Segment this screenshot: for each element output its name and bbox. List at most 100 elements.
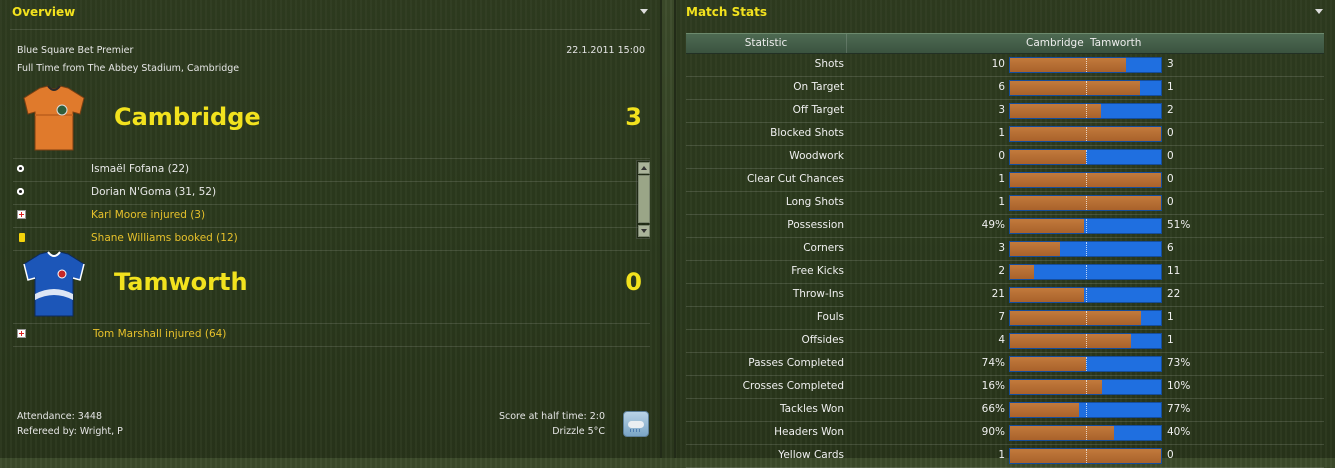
stat-comparison-bar <box>1009 402 1162 418</box>
stat-label: Passes Completed <box>748 357 844 369</box>
stat-label: Headers Won <box>774 426 844 438</box>
overview-menu-dropdown-icon[interactable] <box>640 9 648 14</box>
home-bar-fill <box>1010 104 1101 118</box>
stat-comparison-bar <box>1009 310 1162 326</box>
stat-row: Clear Cut Chances 1 0 <box>686 169 1324 192</box>
overview-panel: Overview Blue Square Bet Premier 22.1.20… <box>0 0 662 458</box>
event-text: Ismaël Fofana (22) <box>91 163 190 175</box>
bar-midline <box>1086 242 1087 256</box>
stat-row: Free Kicks 2 11 <box>686 261 1324 284</box>
away-team-name[interactable]: Tamworth <box>114 268 248 296</box>
bar-midline <box>1086 426 1087 440</box>
bar-midline <box>1086 380 1087 394</box>
home-bar-fill <box>1010 242 1060 256</box>
stat-home-value: 1 <box>998 196 1005 208</box>
scroll-thumb[interactable] <box>638 175 650 223</box>
stat-comparison-bar <box>1009 172 1162 188</box>
stat-row: Throw-Ins 21 22 <box>686 284 1324 307</box>
stat-away-value: 22 <box>1167 288 1181 300</box>
stat-away-value: 51% <box>1167 219 1191 231</box>
stat-home-value: 10 <box>991 58 1005 70</box>
bar-midline <box>1086 173 1087 187</box>
home-score: 3 <box>625 103 642 131</box>
stat-away-value: 11 <box>1167 265 1181 277</box>
injury-icon <box>17 329 26 338</box>
event-row[interactable]: Ismaël Fofana (22) <box>13 159 650 182</box>
match-stats-panel: Match Stats Statistic Cambridge Tamworth… <box>674 0 1335 468</box>
match-stats-menu-dropdown-icon[interactable] <box>1315 9 1323 14</box>
weather-text: Drizzle 5°C <box>552 426 605 437</box>
stat-label: Fouls <box>816 311 844 323</box>
overview-title: Overview <box>12 5 76 19</box>
stat-label: Blocked Shots <box>770 127 844 139</box>
stat-home-value: 21 <box>991 288 1005 300</box>
stat-away-value: 2 <box>1167 104 1174 116</box>
home-bar-fill <box>1010 265 1035 279</box>
bar-midline <box>1086 449 1087 463</box>
stat-row: Offsides 4 1 <box>686 330 1324 353</box>
stat-comparison-bar <box>1009 379 1162 395</box>
venue-line: Full Time from The Abbey Stadium, Cambri… <box>17 63 240 74</box>
stat-home-value: 49% <box>981 219 1005 231</box>
stat-label: Long Shots <box>785 196 844 208</box>
stat-away-value: 1 <box>1167 81 1174 93</box>
bar-midline <box>1086 311 1087 325</box>
stat-away-value: 0 <box>1167 196 1174 208</box>
stat-away-value: 73% <box>1167 357 1191 369</box>
stat-away-value: 1 <box>1167 311 1174 323</box>
bar-midline <box>1086 265 1087 279</box>
stat-away-value: 3 <box>1167 58 1174 70</box>
stat-comparison-bar <box>1009 356 1162 372</box>
column-header-away[interactable]: Tamworth <box>1090 37 1141 49</box>
home-bar-fill <box>1010 380 1103 394</box>
stat-home-value: 66% <box>981 403 1005 415</box>
stat-comparison-bar <box>1009 448 1162 464</box>
stat-label: Possession <box>787 219 844 231</box>
home-bar-fill <box>1010 311 1142 325</box>
referee[interactable]: Refereed by: Wright, P <box>17 426 123 437</box>
home-team-name[interactable]: Cambridge <box>114 103 261 131</box>
stat-row: Headers Won 90% 40% <box>686 422 1324 445</box>
stat-away-value: 0 <box>1167 150 1174 162</box>
stat-home-value: 3 <box>998 242 1005 254</box>
home-bar-fill <box>1010 150 1086 164</box>
stat-home-value: 3 <box>998 104 1005 116</box>
stat-row: Yellow Cards 1 0 <box>686 445 1324 468</box>
scroll-up-icon[interactable] <box>638 162 650 174</box>
home-events-list: Ismaël Fofana (22) Dorian N'Goma (31, 52… <box>13 158 650 251</box>
stat-label: Crosses Completed <box>742 380 844 392</box>
stat-label: Free Kicks <box>791 265 844 277</box>
stat-row: Tackles Won 66% 77% <box>686 399 1324 422</box>
events-scrollbar[interactable] <box>636 160 650 239</box>
stat-comparison-bar <box>1009 195 1162 211</box>
stat-comparison-bar <box>1009 264 1162 280</box>
column-header-statistic[interactable]: Statistic <box>686 37 846 49</box>
stat-away-value: 0 <box>1167 173 1174 185</box>
stat-label: On Target <box>793 81 844 93</box>
stat-home-value: 1 <box>998 449 1005 461</box>
bar-midline <box>1086 196 1087 210</box>
stat-comparison-bar <box>1009 218 1162 234</box>
match-stats-title: Match Stats <box>686 5 767 19</box>
column-header-home[interactable]: Cambridge <box>1026 37 1084 49</box>
event-row[interactable]: Tom Marshall injured (64) <box>13 324 650 347</box>
drizzle-icon <box>623 411 649 437</box>
event-row[interactable]: Karl Moore injured (3) <box>13 205 650 228</box>
divider <box>846 34 847 53</box>
stat-label: Clear Cut Chances <box>746 173 844 185</box>
scroll-down-icon[interactable] <box>638 225 650 237</box>
stat-label: Yellow Cards <box>778 449 844 461</box>
stat-away-value: 0 <box>1167 127 1174 139</box>
stat-comparison-bar <box>1009 425 1162 441</box>
home-bar-fill <box>1010 357 1086 371</box>
stat-row: Off Target 3 2 <box>686 100 1324 123</box>
bar-midline <box>1086 288 1087 302</box>
home-bar-fill <box>1010 288 1084 302</box>
stat-home-value: 6 <box>998 81 1005 93</box>
stat-row: Corners 3 6 <box>686 238 1324 261</box>
stat-home-value: 0 <box>998 150 1005 162</box>
stat-home-value: 16% <box>981 380 1005 392</box>
bar-midline <box>1086 127 1087 141</box>
event-row[interactable]: Dorian N'Goma (31, 52) <box>13 182 650 205</box>
event-row[interactable]: Shane Williams booked (12) <box>13 228 650 251</box>
